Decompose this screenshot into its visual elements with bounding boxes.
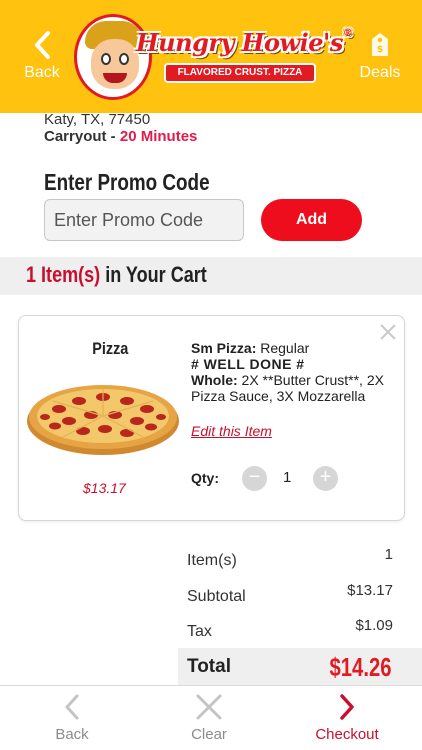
total-value: $14.26 bbox=[329, 652, 392, 682]
brand-tagline: FLAVORED CRUST. PIZZA bbox=[164, 63, 316, 83]
clear-button[interactable]: Clear bbox=[164, 692, 254, 743]
header-back-button[interactable]: Back bbox=[2, 30, 82, 82]
store-address: Katy, TX, 77450 bbox=[44, 111, 151, 128]
chevron-right-icon bbox=[340, 694, 354, 720]
svg-text:$: $ bbox=[377, 45, 383, 55]
close-icon bbox=[380, 324, 396, 340]
item-toppings: Whole: 2X **Butter Crust**, 2X Pizza Sau… bbox=[191, 372, 384, 404]
item-note: # WELL DONE # bbox=[191, 356, 305, 372]
bottom-nav: Back Clear Checkout bbox=[0, 685, 422, 750]
order-mode: Carryout - 20 Minutes bbox=[44, 128, 198, 145]
app-root: Back Hungry Howie's® FLAVORED CRUST. PIZ… bbox=[0, 0, 422, 750]
cart-header: 1 Item(s) in Your Cart bbox=[0, 257, 422, 295]
promo-title: Enter Promo Code bbox=[44, 169, 210, 195]
brand-logo: Hungry Howie's® FLAVORED CRUST. PIZZA bbox=[74, 14, 353, 102]
item-size: Sm Pizza: Regular bbox=[191, 340, 310, 356]
chevron-left-icon bbox=[35, 31, 50, 59]
chevron-left-icon bbox=[65, 694, 79, 720]
add-promo-button[interactable]: Add bbox=[261, 199, 362, 241]
items-count-row: Item(s) 1 bbox=[187, 546, 393, 569]
qty-label: Qty: bbox=[191, 470, 219, 486]
total-row: Total $14.26 bbox=[178, 648, 422, 685]
item-details: Sm Pizza: Regular # WELL DONE # Whole: 2… bbox=[191, 340, 399, 404]
promo-code-input[interactable] bbox=[44, 199, 244, 241]
header-bar: Back Hungry Howie's® FLAVORED CRUST. PIZ… bbox=[0, 0, 422, 113]
close-icon bbox=[196, 694, 222, 720]
item-name: Pizza bbox=[92, 339, 129, 358]
header-deals-button[interactable]: $ Deals bbox=[340, 30, 420, 82]
qty-value: 1 bbox=[283, 469, 292, 486]
brand-wordmark: Hungry Howie's® bbox=[136, 28, 353, 57]
cart-title: 1 Item(s) in Your Cart bbox=[26, 262, 207, 287]
header-deals-label: Deals bbox=[359, 64, 401, 81]
minus-circle-icon[interactable]: − bbox=[242, 466, 267, 491]
wait-time: 20 Minutes bbox=[119, 128, 198, 145]
cart-item-card: Pizza $13.17 Sm Pizza: Regular # WELL DO… bbox=[18, 315, 405, 521]
pizza-image bbox=[27, 385, 179, 455]
checkout-button[interactable]: Checkout bbox=[302, 692, 392, 743]
plus-circle-icon[interactable]: + bbox=[313, 466, 338, 491]
header-back-label: Back bbox=[24, 64, 60, 81]
subtotal-row: Subtotal $13.17 bbox=[187, 582, 393, 605]
item-price: $13.17 bbox=[83, 480, 126, 496]
edit-item-link[interactable]: Edit this Item bbox=[191, 423, 272, 439]
tag-icon: $ bbox=[372, 33, 388, 56]
back-button[interactable]: Back bbox=[27, 692, 117, 743]
